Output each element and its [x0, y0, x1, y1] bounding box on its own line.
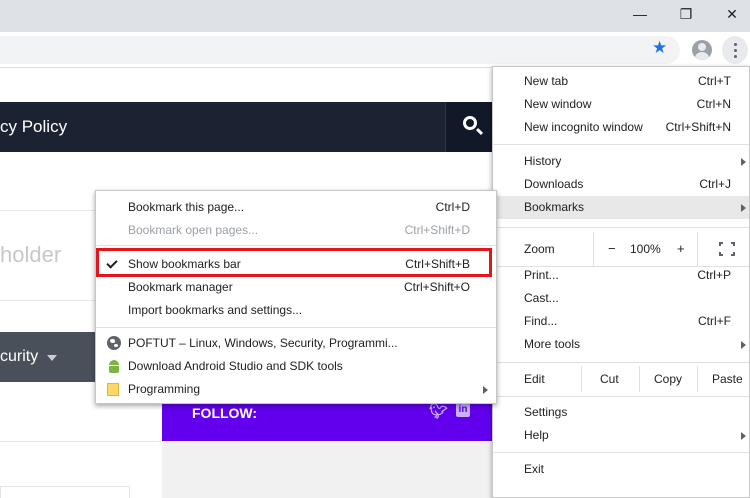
- menu-item-import-bookmarks[interactable]: Import bookmarks and settings...: [96, 299, 496, 322]
- nav-link-privacy-policy[interactable]: cy Policy: [0, 117, 67, 137]
- submenu-arrow-icon: [483, 386, 488, 394]
- bookmarks-submenu: Bookmark this page... Ctrl+D Bookmark ope…: [95, 190, 497, 404]
- menu-item-new-window[interactable]: New window Ctrl+N: [493, 93, 749, 116]
- zoom-row: Zoom − 100% +: [493, 232, 749, 266]
- menu-separator: [493, 396, 749, 397]
- divider: [639, 366, 640, 392]
- fullscreen-icon[interactable]: [719, 242, 735, 256]
- divider: [581, 366, 582, 392]
- paste-button[interactable]: Paste: [712, 372, 743, 386]
- menu-item-more-tools[interactable]: More tools: [493, 333, 749, 356]
- zoom-level: 100%: [630, 242, 661, 256]
- divider: [0, 210, 96, 211]
- menu-separator: [96, 327, 496, 328]
- chrome-main-menu: New tab Ctrl+T New window Ctrl+N New incog…: [492, 66, 750, 498]
- site-nav-bar: [0, 102, 492, 152]
- menu-item-new-tab[interactable]: New tab Ctrl+T: [493, 70, 749, 93]
- copy-button[interactable]: Copy: [654, 372, 682, 386]
- menu-item-cast[interactable]: Cast...: [493, 287, 749, 310]
- bookmark-item-poftut[interactable]: POFTUT – Linux, Windows, Security, Progr…: [96, 332, 496, 355]
- linkedin-icon[interactable]: in: [456, 403, 470, 417]
- menu-item-bookmark-manager[interactable]: Bookmark manager Ctrl+Shift+O: [96, 276, 496, 299]
- folder-icon: [107, 383, 119, 396]
- close-button[interactable]: ✕: [709, 0, 750, 28]
- submenu-arrow-icon: [741, 341, 746, 349]
- chrome-menu-button[interactable]: [722, 36, 748, 64]
- content-card: [0, 486, 130, 498]
- edit-label: Edit: [524, 372, 545, 386]
- globe-icon: [107, 336, 121, 350]
- menu-separator: [96, 245, 496, 246]
- minimize-button[interactable]: —: [617, 0, 663, 28]
- bookmark-star-icon[interactable]: ★: [652, 38, 667, 58]
- divider: [593, 232, 594, 266]
- restore-button[interactable]: ❐: [663, 0, 709, 28]
- menu-item-new-incognito-window[interactable]: New incognito window Ctrl+Shift+N: [493, 116, 749, 139]
- profile-avatar-icon[interactable]: [692, 40, 712, 60]
- menu-item-help[interactable]: Help: [493, 424, 749, 447]
- divider: [697, 232, 698, 266]
- divider: [0, 441, 162, 442]
- browser-toolbar: ★: [0, 32, 750, 68]
- menu-separator: [493, 452, 749, 453]
- title-bar: — ❐ ✕: [0, 0, 750, 32]
- address-bar[interactable]: [0, 36, 680, 64]
- twitter-icon[interactable]: 🐦︎: [429, 402, 448, 420]
- divider: [697, 366, 698, 392]
- follow-label: FOLLOW:: [192, 405, 258, 421]
- menu-item-history[interactable]: History: [493, 150, 749, 173]
- menu-separator: [493, 227, 749, 228]
- menu-item-downloads[interactable]: Downloads Ctrl+J: [493, 173, 749, 196]
- zoom-out-button[interactable]: −: [608, 241, 616, 256]
- edit-row: Edit Cut Copy Paste: [493, 366, 749, 392]
- menu-item-bookmark-open-pages: Bookmark open pages... Ctrl+Shift+D: [128, 223, 470, 237]
- placeholder-text: holder: [0, 242, 62, 267]
- cut-button[interactable]: Cut: [600, 372, 619, 386]
- zoom-label: Zoom: [524, 242, 555, 256]
- bookmark-item-android-studio[interactable]: Download Android Studio and SDK tools: [96, 355, 496, 378]
- zoom-in-button[interactable]: +: [677, 241, 685, 256]
- caret-down-icon: [47, 355, 57, 361]
- menu-separator: [493, 362, 749, 363]
- menu-item-settings[interactable]: Settings: [493, 401, 749, 424]
- highlight-box: [96, 248, 492, 277]
- menu-item-bookmarks[interactable]: Bookmarks: [493, 196, 749, 219]
- divider: [0, 300, 96, 301]
- menu-item-find[interactable]: Find... Ctrl+F: [493, 310, 749, 333]
- submenu-arrow-icon: [741, 432, 746, 440]
- bookmark-folder-programming[interactable]: Programming: [96, 378, 496, 401]
- content-area: [162, 441, 492, 498]
- menu-separator: [493, 144, 749, 145]
- submenu-arrow-icon: [741, 158, 746, 166]
- search-icon: [463, 116, 477, 130]
- menu-item-print[interactable]: Print... Ctrl+P: [493, 264, 749, 287]
- menu-item-bookmark-this-page[interactable]: Bookmark this page... Ctrl+D: [96, 196, 496, 219]
- submenu-arrow-icon: [741, 204, 746, 212]
- android-icon: [107, 359, 121, 373]
- nav-link-security[interactable]: curity: [0, 348, 38, 366]
- menu-item-exit[interactable]: Exit: [493, 458, 749, 481]
